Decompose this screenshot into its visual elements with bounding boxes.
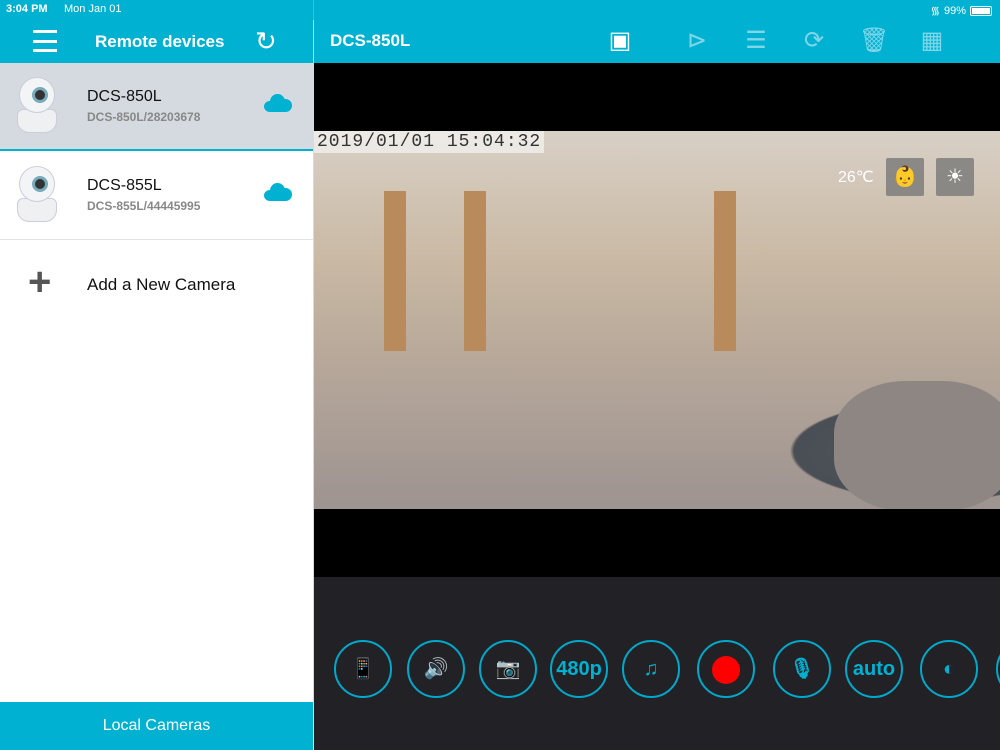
microphone-button[interactable]: 🎙 — [773, 640, 831, 698]
camera-speaker-button[interactable]: 🔊 — [407, 640, 465, 698]
cloud-icon — [264, 94, 292, 112]
resolution-button[interactable]: 480p — [550, 640, 608, 698]
status-date: Mon Jan 01 — [64, 3, 122, 15]
camera-thumbnail — [16, 166, 58, 224]
device-id: DCS-850L/28203678 — [87, 110, 201, 124]
camera-thumbnail — [16, 77, 58, 135]
record-icon — [712, 655, 740, 684]
brightness-button[interactable]: ◐ — [920, 640, 978, 698]
microphone-icon: 🎙 — [789, 658, 815, 680]
main-header: DCS-850L ▣ ⊳ ☰ ⟳ 🗑 ▦ — [314, 20, 1000, 63]
plus-icon: + — [28, 260, 52, 304]
record-button[interactable] — [697, 640, 755, 698]
video-timestamp: 2019/01/01 15:04:32 — [314, 131, 545, 153]
live-view-camera-icon[interactable]: ▣ — [606, 27, 634, 55]
cloud-icon — [264, 183, 292, 201]
device-item[interactable]: DCS-855L DCS-855L/44445995 — [0, 152, 313, 240]
phone-speaker-icon: 📱 — [350, 658, 376, 680]
sidebar-header: Remote devices ↻ — [0, 20, 313, 63]
more-controls-button[interactable] — [996, 640, 1000, 698]
live-video-feed[interactable]: 2019/01/01 15:04:32 26℃ 👶 ☀ — [314, 131, 1000, 509]
music-icon: ♫ — [643, 658, 659, 680]
phone-speaker-button[interactable]: 📱 — [334, 640, 392, 698]
status-bar: 3:04 PM Mon Jan 01 ᯾ 99% — [0, 0, 1000, 20]
refresh-icon[interactable]: ↻ — [255, 28, 277, 54]
control-bar: 📱 🔊 📷 480p ♫ 🎙 auto ◐ — [314, 577, 1000, 750]
night-light-icon[interactable]: ☀ — [936, 158, 974, 196]
device-item[interactable]: DCS-850L DCS-850L/28203678 — [0, 63, 313, 151]
camera-title: DCS-850L — [330, 31, 411, 50]
device-name: DCS-850L — [87, 88, 162, 105]
sidebar-title: Remote devices — [95, 32, 225, 51]
battery-percent: 99% — [943, 4, 966, 17]
brightness-icon: ◐ — [942, 658, 956, 680]
night-mode-button[interactable]: auto — [845, 640, 903, 698]
trash-icon[interactable]: 🗑 — [859, 27, 889, 55]
camera-icon: 📷 — [495, 658, 521, 680]
sync-icon[interactable]: ⟳ — [800, 27, 828, 55]
snapshot-button[interactable]: 📷 — [479, 640, 537, 698]
settings-sliders-icon[interactable]: ☰ — [742, 27, 770, 55]
status-time: 3:04 PM — [6, 3, 48, 15]
add-camera-label: Add a New Camera — [87, 275, 236, 294]
baby-crying-detection-icon[interactable]: 👶 — [886, 158, 924, 196]
grid-view-icon[interactable]: ▦ — [918, 27, 946, 55]
menu-icon[interactable] — [33, 30, 57, 52]
add-camera-button[interactable]: + Add a New Camera — [0, 240, 313, 328]
device-id: DCS-855L/44445995 — [87, 199, 201, 213]
device-name: DCS-855L — [87, 177, 162, 194]
local-cameras-button[interactable]: Local Cameras — [0, 702, 313, 750]
camera-speaker-icon: 🔊 — [423, 658, 449, 680]
battery-icon — [970, 5, 992, 16]
lullaby-button[interactable]: ♫ — [622, 640, 680, 698]
playback-icon[interactable]: ⊳ — [683, 27, 711, 55]
wifi-icon: ᯾ — [930, 5, 940, 17]
temperature-readout: 26℃ — [838, 169, 874, 186]
